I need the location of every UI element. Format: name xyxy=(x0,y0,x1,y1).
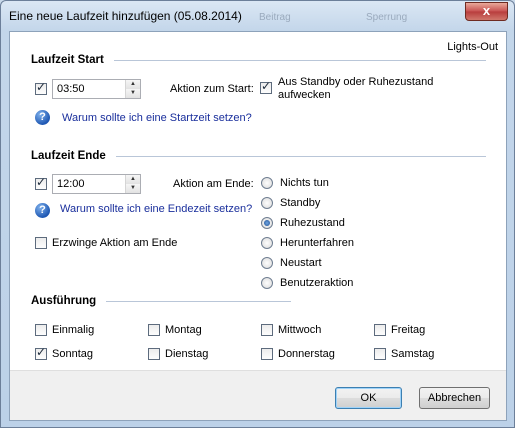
radio-ruhezustand[interactable] xyxy=(261,217,273,230)
radio-label: Ruhezustand xyxy=(280,217,345,229)
checkbox-sonntag[interactable] xyxy=(35,345,47,361)
force-action-label: Erzwinge Aktion am Ende xyxy=(52,237,178,249)
title-bar[interactable]: Eine neue Laufzeit hinzufügen (05.08.201… xyxy=(1,1,514,31)
start-help-link[interactable]: Warum sollte ich eine Startzeit setzen? xyxy=(62,112,252,124)
radio-neustart[interactable] xyxy=(261,257,273,270)
checkbox-einmalig[interactable] xyxy=(35,324,47,337)
checkbox-label: Mittwoch xyxy=(278,324,322,336)
end-help-link[interactable]: Warum sollte ich eine Endezeit setzen? xyxy=(60,203,252,215)
ok-button[interactable]: OK xyxy=(335,387,402,409)
radio-label: Standby xyxy=(280,197,321,209)
checkbox-label: Donnerstag xyxy=(278,348,335,360)
dialog-client-area: Lights-Out Laufzeit Start 03:50 ▲ ▼ Akti… xyxy=(9,31,507,421)
section-execution: Ausführung xyxy=(31,295,291,307)
force-action-checkbox[interactable] xyxy=(35,237,47,250)
wake-label-line2: aufwecken xyxy=(278,89,331,101)
end-action-label: Aktion am Ende: xyxy=(173,178,254,190)
start-time-stepper[interactable]: 03:50 ▲ ▼ xyxy=(52,79,141,99)
section-divider xyxy=(113,59,486,61)
checkbox-montag[interactable] xyxy=(148,324,160,337)
wake-checkbox[interactable] xyxy=(260,79,272,95)
radio-standby[interactable] xyxy=(261,197,273,210)
checkbox-label: Montag xyxy=(165,324,202,336)
cancel-button[interactable]: Abbrechen xyxy=(419,387,490,409)
section-title-start: Laufzeit Start xyxy=(31,54,104,66)
checkbox-mittwoch[interactable] xyxy=(261,324,273,337)
checkbox-label: Dienstag xyxy=(165,348,209,360)
app-name-label: Lights-Out xyxy=(447,41,498,53)
checkbox-label: Einmalig xyxy=(52,324,95,336)
wake-label-line1: Aus Standby oder Ruhezustand xyxy=(278,76,434,88)
help-icon[interactable]: ? xyxy=(35,110,50,125)
close-button[interactable]: x xyxy=(465,2,508,21)
radio-label: Neustart xyxy=(280,257,322,269)
start-action-label: Aktion zum Start: xyxy=(170,83,254,95)
section-divider xyxy=(115,155,486,157)
radio-herunterfahren[interactable] xyxy=(261,237,273,250)
checkbox-dienstag[interactable] xyxy=(148,348,160,361)
checkbox-label: Sonntag xyxy=(52,348,93,360)
spin-up-icon[interactable]: ▲ xyxy=(126,175,140,184)
checkbox-label: Freitag xyxy=(391,324,426,336)
start-enabled-checkbox[interactable] xyxy=(35,80,47,96)
section-title-end: Laufzeit Ende xyxy=(31,150,106,162)
checkbox-donnerstag[interactable] xyxy=(261,348,273,361)
radio-label: Herunterfahren xyxy=(280,237,354,249)
section-title-execution: Ausführung xyxy=(31,295,97,307)
section-start: Laufzeit Start xyxy=(31,54,486,66)
help-icon[interactable]: ? xyxy=(35,203,50,218)
checkbox-samstag[interactable] xyxy=(374,348,386,361)
section-divider xyxy=(106,300,291,302)
spin-down-icon[interactable]: ▼ xyxy=(126,89,140,98)
background-window-text: Sperrung xyxy=(366,12,408,23)
close-icon: x xyxy=(482,3,491,18)
radio-nichts-tun[interactable] xyxy=(261,177,273,190)
end-time-value: 12:00 xyxy=(57,178,85,190)
button-bar: OK Abbrechen xyxy=(10,370,506,420)
checkbox-label: Samstag xyxy=(391,348,435,360)
background-window-text: Beitrag xyxy=(259,12,291,23)
checkbox-freitag[interactable] xyxy=(374,324,386,337)
spin-up-icon[interactable]: ▲ xyxy=(126,80,140,89)
radio-label: Nichts tun xyxy=(280,177,329,189)
end-enabled-checkbox[interactable] xyxy=(35,175,47,191)
radio-benutzeraktion[interactable] xyxy=(261,277,273,290)
window-title: Eine neue Laufzeit hinzufügen (05.08.201… xyxy=(9,9,242,23)
section-end: Laufzeit Ende xyxy=(31,150,486,162)
end-time-stepper[interactable]: 12:00 ▲ ▼ xyxy=(52,174,141,194)
radio-label: Benutzeraktion xyxy=(280,277,354,289)
dialog-window: Eine neue Laufzeit hinzufügen (05.08.201… xyxy=(0,0,515,428)
spin-down-icon[interactable]: ▼ xyxy=(126,184,140,193)
start-time-value: 03:50 xyxy=(57,83,85,95)
